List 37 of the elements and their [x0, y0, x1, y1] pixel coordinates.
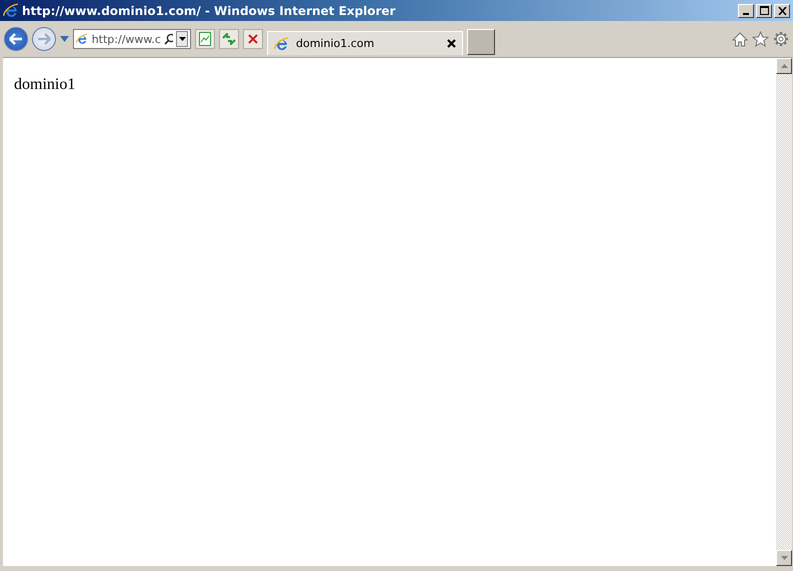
forward-arrow-icon: [37, 33, 51, 45]
page-text: dominio1: [14, 76, 76, 93]
scroll-down-button[interactable]: [776, 550, 792, 566]
settings-icon[interactable]: [773, 31, 789, 47]
browser-logo-icon: [3, 2, 20, 19]
stop-icon: [248, 34, 258, 44]
back-button[interactable]: [4, 27, 28, 51]
page-chart-icon: [199, 32, 211, 46]
address-field[interactable]: http://www.c: [73, 29, 191, 49]
maximize-icon: [760, 6, 768, 15]
browser-logo-icon: [76, 31, 89, 47]
refresh-button[interactable]: [219, 29, 239, 49]
maximize-button[interactable]: [756, 4, 772, 18]
caret-icon: [178, 37, 186, 41]
minimize-button[interactable]: [738, 4, 754, 18]
search-icon[interactable]: [164, 33, 174, 45]
home-icon[interactable]: [732, 32, 748, 46]
stop-button[interactable]: [243, 29, 263, 49]
star-icon[interactable]: [752, 31, 769, 47]
up-arrow-icon: [780, 64, 788, 68]
minimize-icon: [743, 12, 749, 14]
dropdown-icon[interactable]: [60, 36, 69, 42]
browser-tab[interactable]: dominio1.com: [267, 31, 463, 55]
refresh-icon: [222, 33, 236, 45]
close-tab-icon[interactable]: [447, 39, 456, 48]
down-arrow-icon: [780, 556, 788, 560]
back-arrow-icon: [9, 33, 23, 45]
close-icon: [778, 6, 786, 14]
close-button[interactable]: [774, 4, 790, 18]
scrollbar[interactable]: [776, 58, 792, 566]
compatibility-view-button[interactable]: [195, 29, 215, 49]
browser-logo-icon: [274, 36, 290, 52]
address-dropdown-button[interactable]: [176, 31, 188, 47]
forward-button[interactable]: [32, 27, 56, 51]
window-title: http://www.dominio1.com/ - Windows Internet Explorer: [22, 4, 396, 18]
new-tab-button[interactable]: [467, 29, 495, 55]
scroll-up-button[interactable]: [776, 58, 792, 74]
